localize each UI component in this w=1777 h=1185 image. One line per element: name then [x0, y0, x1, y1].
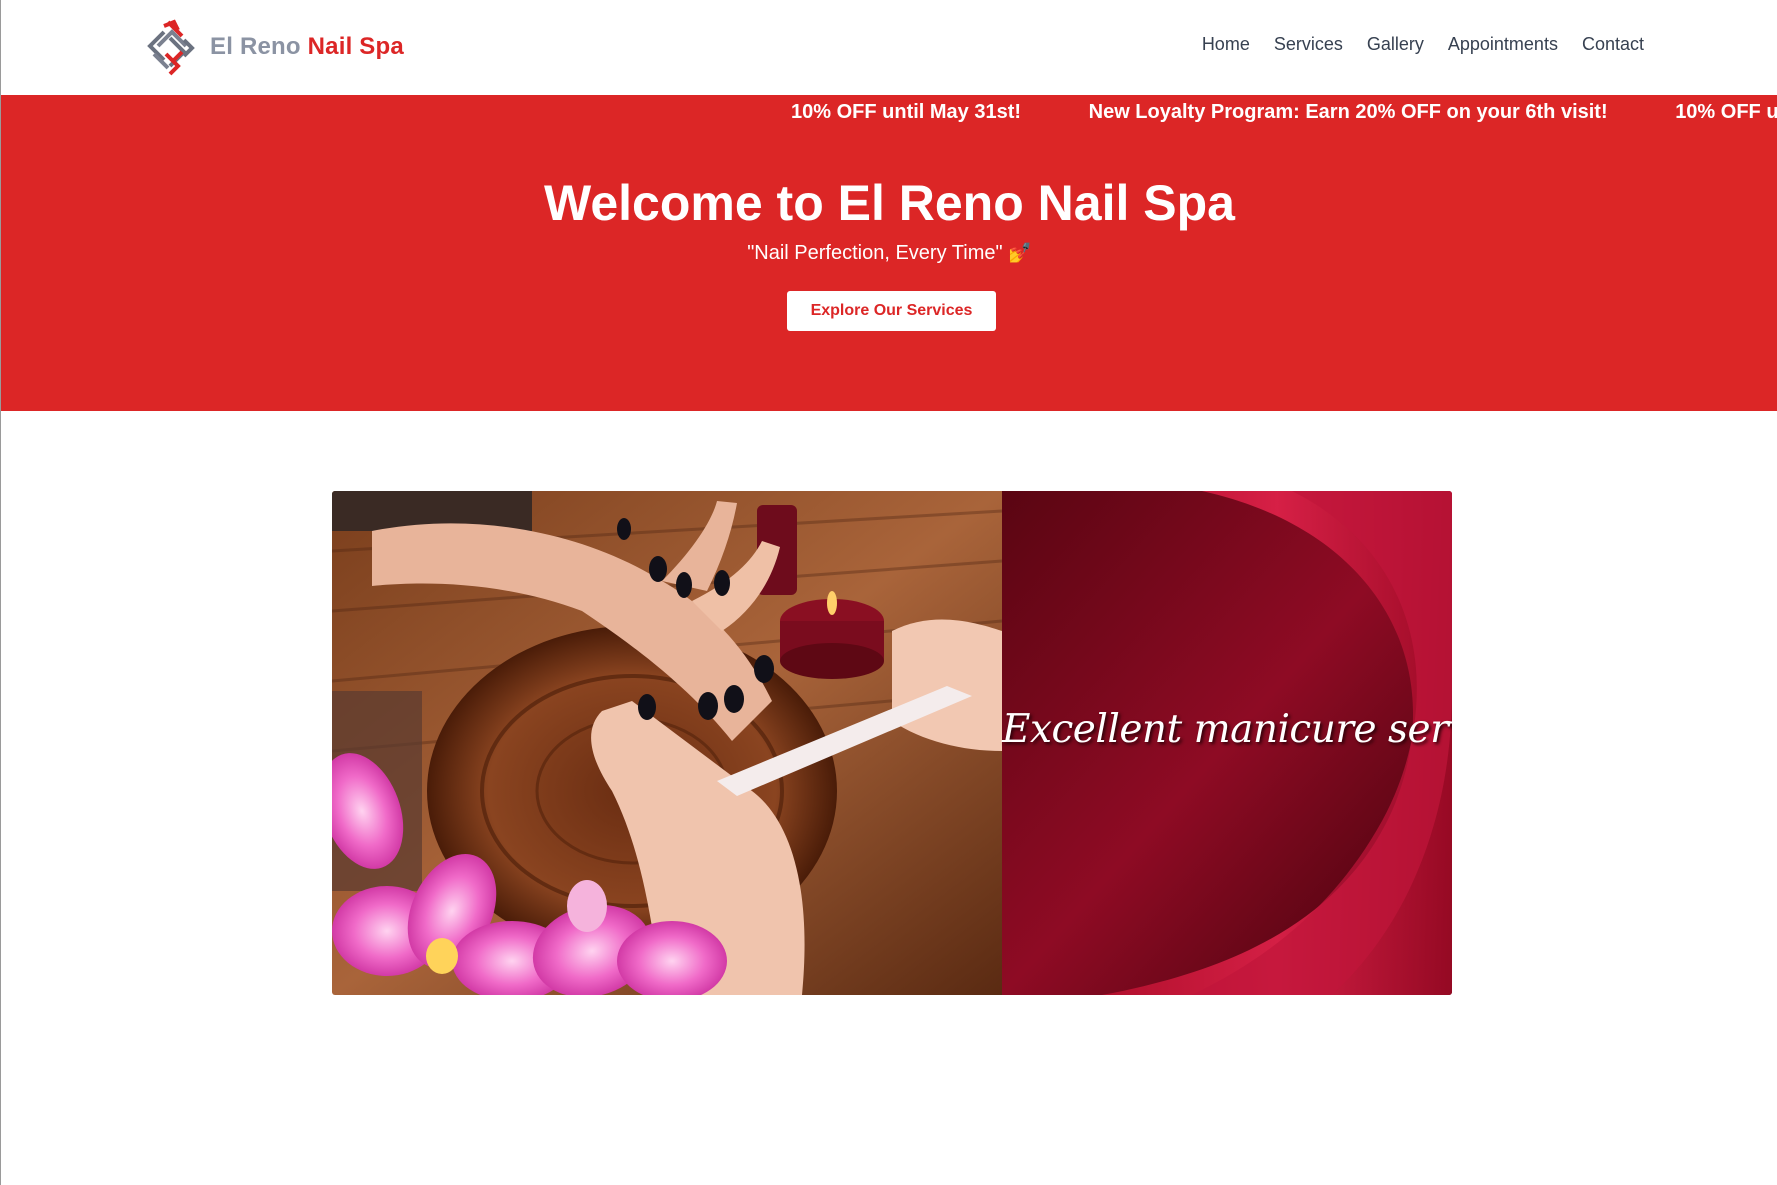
hero-section: 10% OFF until May 31st! New Loyalty Prog… [1, 95, 1777, 411]
promo-ticker-item: New Loyalty Program: Earn 20% OFF on you… [1088, 101, 1608, 123]
nav-home-link[interactable]: Home [1202, 34, 1250, 55]
brand-link[interactable]: El Reno Nail Spa [144, 18, 404, 76]
brand-name: El Reno Nail Spa [210, 33, 404, 61]
navbar: El Reno Nail Spa Home Services Gallery A… [1, 0, 1777, 95]
banner-caption: Excellent manicure services [1002, 707, 1452, 752]
promo-ticker: 10% OFF until May 31st! New Loyalty Prog… [791, 99, 1777, 125]
promo-ticker-item: 10% OFF ur [1675, 101, 1777, 123]
brand-name-part2: Nail Spa [307, 33, 404, 60]
manicure-banner-image: Excellent manicure services [332, 491, 1452, 995]
nav-gallery-link[interactable]: Gallery [1367, 34, 1424, 55]
hero-tagline-text: "Nail Perfection, Every Time" [747, 242, 1003, 264]
nav-appointments-link[interactable]: Appointments [1448, 34, 1558, 55]
nail-polish-icon: 💅 [1008, 242, 1032, 264]
interlocking-e-logo-icon [147, 19, 195, 76]
page: El Reno Nail Spa Home Services Gallery A… [0, 0, 1777, 1185]
brand-name-part1: El Reno [210, 33, 301, 60]
main-nav: Home Services Gallery Appointments Conta… [1202, 34, 1644, 55]
nav-services-link[interactable]: Services [1274, 34, 1343, 55]
hero-tagline: "Nail Perfection, Every Time" 💅 [1, 240, 1777, 266]
promo-ticker-item: 10% OFF until May 31st! [791, 101, 1022, 123]
nav-contact-link[interactable]: Contact [1582, 34, 1644, 55]
hero-title: Welcome to El Reno Nail Spa [544, 175, 1235, 231]
explore-services-button[interactable]: Explore Our Services [787, 291, 996, 331]
